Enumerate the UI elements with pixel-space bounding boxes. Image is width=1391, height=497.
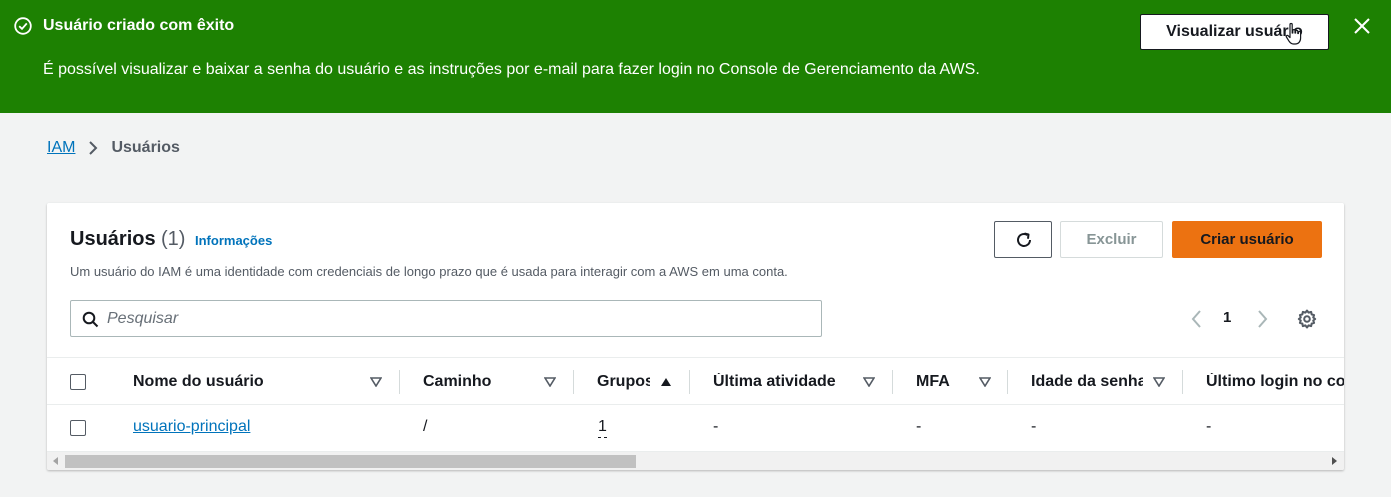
page-number[interactable]: 1 (1223, 309, 1231, 326)
scroll-left-icon[interactable] (53, 457, 59, 465)
row-checkbox[interactable] (70, 420, 86, 436)
gear-icon[interactable] (1297, 309, 1317, 329)
search-field[interactable] (70, 300, 822, 337)
users-panel: Usuários (1) Informações Um usuário do I… (47, 203, 1344, 470)
column-divider[interactable] (689, 370, 690, 394)
scrollbar-thumb[interactable] (65, 455, 636, 468)
success-flash-banner: Usuário criado com êxito É possível visu… (0, 0, 1391, 113)
breadcrumb-current: Usuários (111, 139, 180, 156)
sort-down-icon[interactable] (979, 377, 991, 387)
column-header-mfa[interactable]: MFA (916, 373, 966, 391)
sort-up-icon[interactable] (660, 377, 672, 387)
column-divider[interactable] (573, 370, 574, 394)
column-divider[interactable] (1182, 370, 1183, 394)
last-activity-cell: - (713, 418, 719, 435)
table-row: usuario-principal / 1 - - - - (47, 405, 1344, 451)
sort-down-icon[interactable] (544, 377, 556, 387)
column-header-groups[interactable]: Grupos (597, 373, 650, 391)
last-console-login-cell: - (1206, 418, 1212, 435)
path-cell: / (423, 418, 428, 435)
flash-message: É possível visualizar e baixar a senha d… (43, 61, 980, 78)
mfa-cell: - (916, 418, 922, 435)
info-link[interactable]: Informações (195, 233, 272, 248)
groups-cell[interactable]: 1 (598, 418, 607, 438)
refresh-button[interactable] (994, 221, 1052, 258)
close-icon[interactable] (1352, 16, 1372, 36)
flash-title: Usuário criado com êxito (43, 17, 235, 34)
search-icon (82, 311, 99, 328)
select-all-checkbox[interactable] (70, 374, 86, 390)
horizontal-scrollbar[interactable] (47, 451, 1344, 470)
sort-down-icon[interactable] (863, 377, 875, 387)
panel-title: Usuários (70, 228, 156, 250)
breadcrumb: IAM Usuários (47, 139, 180, 157)
column-header-path[interactable]: Caminho (423, 373, 533, 391)
column-header-password-age[interactable]: Idade da senha (1031, 373, 1143, 391)
breadcrumb-link-iam[interactable]: IAM (47, 139, 75, 157)
scroll-right-icon[interactable] (1331, 457, 1337, 465)
username-link[interactable]: usuario-principal (133, 418, 250, 436)
table-header: Nome do usuário Caminho Grupos Última at… (47, 357, 1344, 405)
panel-description: Um usuário do IAM é uma identidade com c… (70, 264, 788, 279)
delete-button[interactable]: Excluir (1060, 221, 1163, 258)
sort-down-icon[interactable] (1153, 377, 1165, 387)
column-header-last-console-login[interactable]: Último login no console (1206, 373, 1344, 391)
refresh-icon (1017, 232, 1031, 247)
password-age-cell: - (1031, 418, 1037, 435)
check-circle-icon (14, 17, 32, 35)
column-header-last-activity[interactable]: Última atividade (713, 373, 853, 391)
chevron-right-icon (89, 141, 98, 155)
users-count: (1) (161, 228, 186, 250)
search-input[interactable] (107, 307, 807, 331)
hand-cursor-icon (1285, 22, 1302, 45)
sort-down-icon[interactable] (370, 377, 382, 387)
chevron-left-icon[interactable] (1190, 309, 1204, 329)
column-divider[interactable] (1007, 370, 1008, 394)
column-divider[interactable] (892, 370, 893, 394)
column-divider[interactable] (399, 370, 400, 394)
create-user-button[interactable]: Criar usuário (1172, 221, 1322, 258)
column-header-username[interactable]: Nome do usuário (133, 373, 363, 391)
chevron-right-icon[interactable] (1255, 309, 1269, 329)
